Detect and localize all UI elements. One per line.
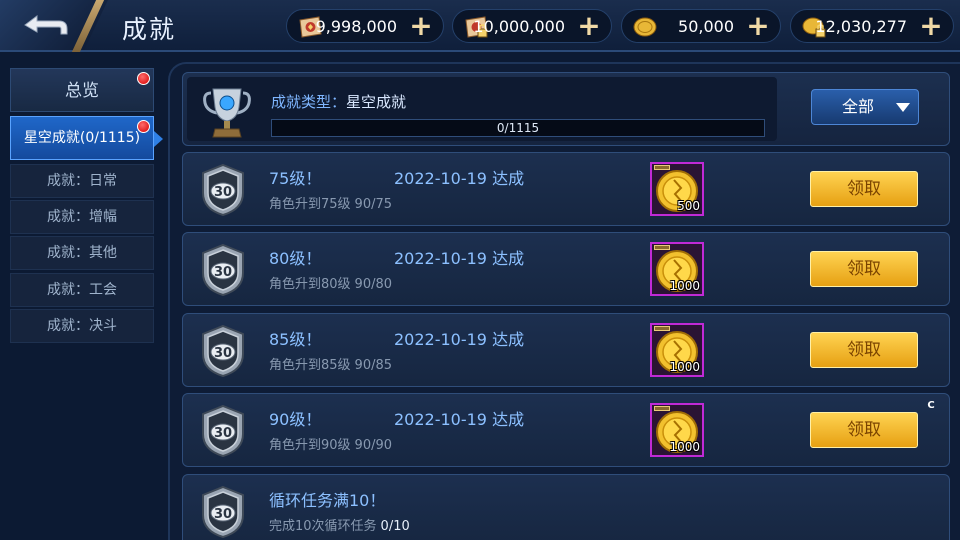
currency-scroll-ticket: 9,998,000 + bbox=[286, 9, 444, 43]
achievement-date: 2022-10-19 达成 bbox=[394, 169, 525, 188]
add-currency-button[interactable]: + bbox=[407, 12, 435, 40]
add-currency-button[interactable]: + bbox=[744, 12, 772, 40]
summary-info: 成就类型：星空成就 0/1115 bbox=[187, 77, 777, 141]
achievement-date: 2022-10-19 达成 bbox=[394, 330, 525, 349]
achievement-progress: 90/75 bbox=[354, 197, 393, 212]
sidebar-item-enhance[interactable]: 成就：增幅 bbox=[10, 200, 154, 234]
sidebar-item-label: 成就：工会 bbox=[47, 282, 117, 298]
achievement-card: 30 75级！ 2022-10-19 达成 角色升到75级 90/75 500 领取 bbox=[182, 152, 950, 226]
currency-locked-gold-coin: 12,030,277 + bbox=[790, 9, 954, 43]
achievement-date: 2022-10-19 达成 bbox=[394, 249, 525, 268]
achievement-card: 30 90级！ 2022-10-19 达成 角色升到90级 90/90 1000 领… bbox=[182, 393, 950, 467]
sidebar-item-overview[interactable]: 总览 bbox=[10, 68, 154, 112]
achievement-description: 角色升到80级 90/80 bbox=[269, 273, 392, 292]
achievement-description: 角色升到75级 90/75 bbox=[269, 193, 392, 212]
progress-text: 0/1115 bbox=[496, 121, 540, 135]
achievement-description: 角色升到85级 90/85 bbox=[269, 354, 392, 373]
achievement-summary: 成就类型：星空成就 0/1115 全部 bbox=[182, 72, 950, 146]
claim-button[interactable]: 领取 bbox=[810, 171, 918, 207]
sidebar-item-label: 星空成就(0/1115) bbox=[23, 130, 141, 146]
reward-quantity: 1000 bbox=[669, 360, 700, 374]
add-currency-button[interactable]: + bbox=[575, 12, 603, 40]
achievement-title: 循环任务满10！ bbox=[269, 491, 386, 510]
level-badge-icon: 30 bbox=[202, 243, 244, 297]
level-badge-icon: 30 bbox=[202, 404, 244, 458]
badge-text: 30 bbox=[214, 185, 232, 200]
filter-label: 全部 bbox=[842, 97, 875, 116]
reward-tag bbox=[654, 406, 670, 411]
claim-button[interactable]: 领取 bbox=[810, 412, 918, 448]
achievement-progress: 90/80 bbox=[354, 277, 393, 292]
sidebar-item-other[interactable]: 成就：其他 bbox=[10, 236, 154, 270]
achievement-progress: 0/10 bbox=[380, 519, 410, 534]
achievement-card: 30 80级！ 2022-10-19 达成 角色升到80级 90/80 1000 领… bbox=[182, 232, 950, 306]
badge-text: 30 bbox=[214, 507, 232, 522]
achievement-date: 2022-10-19 达成 bbox=[394, 410, 525, 429]
achievement-card: 30 85级！ 2022-10-19 达成 角色升到85级 90/85 1000 领… bbox=[182, 313, 950, 387]
badge-text: 30 bbox=[214, 346, 232, 361]
top-bar: 成就 9,998,000 + 10,000,000 + 50,000 + 12,… bbox=[0, 0, 960, 52]
badge-text: 30 bbox=[214, 265, 232, 280]
achievement-description: 完成10次循环任务 0/10 bbox=[269, 515, 410, 534]
currency-gold-coin: 50,000 + bbox=[621, 9, 781, 43]
level-badge-icon: 30 bbox=[202, 324, 244, 378]
achievement-progress: 90/90 bbox=[354, 438, 393, 453]
currency-locked-scroll-ticket: 10,000,000 + bbox=[452, 9, 612, 43]
reward-tag bbox=[654, 326, 670, 331]
achievement-card: 30 循环任务满10！ 完成10次循环任务 0/10 bbox=[182, 474, 950, 540]
sidebar-item-label: 成就：增幅 bbox=[47, 209, 117, 225]
achievement-title: 80级！ bbox=[269, 249, 322, 268]
reward-item[interactable]: 1000 bbox=[650, 242, 704, 296]
level-badge-icon: 30 bbox=[202, 485, 244, 539]
currency-value: 10,000,000 bbox=[473, 17, 565, 36]
achievement-type-value: 星空成就 bbox=[346, 93, 407, 111]
achievement-description: 角色升到90级 90/90 bbox=[269, 434, 392, 453]
currency-value: 50,000 bbox=[678, 17, 734, 36]
filter-dropdown[interactable]: 全部 bbox=[811, 89, 919, 125]
level-badge-icon: 30 bbox=[202, 163, 244, 217]
achievement-desc-text: 角色升到85级 bbox=[269, 358, 351, 373]
sidebar-item-daily[interactable]: 成就：日常 bbox=[10, 164, 154, 198]
achievement-type: 成就类型：星空成就 bbox=[271, 91, 406, 112]
claim-button[interactable]: 领取 bbox=[810, 332, 918, 368]
sidebar-item-starry-achievements[interactable]: 星空成就(0/1115) bbox=[10, 116, 163, 160]
reward-quantity: 500 bbox=[677, 199, 700, 213]
sidebar-item-label: 成就：日常 bbox=[47, 173, 117, 189]
caret-down-icon bbox=[896, 103, 910, 112]
overall-progress-bar: 0/1115 bbox=[271, 119, 765, 137]
page-title: 成就 bbox=[122, 15, 177, 44]
claim-button[interactable]: 领取 bbox=[810, 251, 918, 287]
reward-item[interactable]: 500 bbox=[650, 162, 704, 216]
notification-dot bbox=[137, 72, 150, 85]
currency-value: 12,030,277 bbox=[815, 17, 907, 36]
sidebar-item-guild[interactable]: 成就：工会 bbox=[10, 273, 154, 307]
add-currency-button[interactable]: + bbox=[917, 12, 945, 40]
achievement-desc-text: 角色升到80级 bbox=[269, 277, 351, 292]
reward-quantity: 1000 bbox=[669, 440, 700, 454]
reward-tag bbox=[654, 245, 670, 250]
currency-value: 9,998,000 bbox=[315, 17, 397, 36]
reward-tag bbox=[654, 165, 670, 170]
sidebar-item-label: 成就：决斗 bbox=[47, 318, 117, 334]
achievement-title: 85级！ bbox=[269, 330, 322, 349]
achievement-progress: 90/85 bbox=[354, 358, 393, 373]
achievement-title: 90级！ bbox=[269, 410, 322, 429]
back-arrow-icon bbox=[24, 15, 68, 35]
achievement-desc-text: 角色升到75级 bbox=[269, 197, 351, 212]
notification-dot bbox=[137, 120, 150, 133]
sidebar-item-duel[interactable]: 成就：决斗 bbox=[10, 309, 154, 343]
trophy-icon bbox=[203, 88, 251, 138]
gold-coin-icon bbox=[633, 17, 657, 37]
achievement-type-label: 成就类型： bbox=[271, 93, 347, 111]
badge-text: 30 bbox=[214, 426, 232, 441]
reward-quantity: 1000 bbox=[669, 279, 700, 293]
achievement-title: 75级！ bbox=[269, 169, 322, 188]
sidebar-item-label: 成就：其他 bbox=[47, 245, 117, 261]
reward-item[interactable]: 1000 bbox=[650, 403, 704, 457]
sidebar-item-label: 总览 bbox=[65, 81, 99, 101]
achievement-desc-text: 完成10次循环任务 bbox=[269, 519, 377, 534]
corner-marker: C bbox=[927, 400, 935, 411]
reward-item[interactable]: 1000 bbox=[650, 323, 704, 377]
achievement-desc-text: 角色升到90级 bbox=[269, 438, 351, 453]
